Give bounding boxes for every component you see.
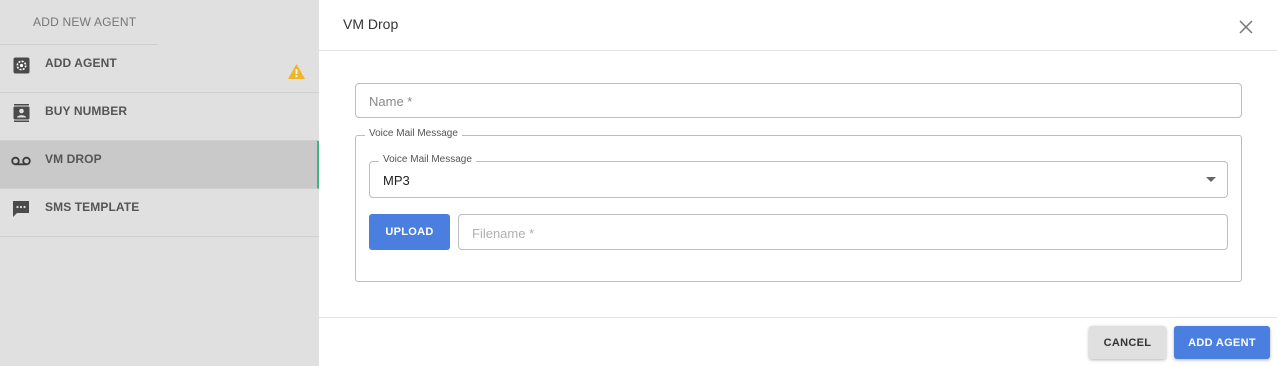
sidebar-item-add-agent[interactable]: ADD AGENT xyxy=(0,45,319,93)
sidebar-item-label: BUY NUMBER xyxy=(45,104,128,118)
voicemail-icon xyxy=(11,151,31,171)
dialog-title: VM Drop xyxy=(343,16,399,32)
voicemail-select-label: Voice Mail Message xyxy=(379,154,476,165)
voicemail-message-group xyxy=(355,135,1242,282)
sidebar-item-label: VM DROP xyxy=(45,152,102,166)
sidebar-item-buy-number[interactable]: BUY NUMBER xyxy=(0,93,319,141)
settings-gear-icon xyxy=(11,55,31,75)
sidebar-item-label: SMS TEMPLATE xyxy=(45,200,140,214)
contact-card-icon xyxy=(11,103,31,123)
sidebar: ADD NEW AGENT ADD AGENT BUY NUMBER VM DR… xyxy=(0,0,319,366)
cancel-button[interactable]: CANCEL xyxy=(1089,326,1166,359)
upload-button[interactable]: UPLOAD xyxy=(369,214,450,250)
voicemail-group-label: Voice Mail Message xyxy=(365,128,462,139)
dialog-header: VM Drop xyxy=(319,0,1277,51)
warning-icon xyxy=(287,63,306,80)
sidebar-header: ADD NEW AGENT xyxy=(0,0,158,45)
voicemail-message-select[interactable]: MP3 xyxy=(369,161,1228,198)
dropdown-arrow-icon[interactable] xyxy=(1206,177,1216,182)
name-field[interactable]: Name * xyxy=(355,83,1242,118)
message-icon xyxy=(11,199,31,219)
name-placeholder: Name * xyxy=(369,94,413,109)
filename-field[interactable]: Filename * xyxy=(458,214,1228,250)
sidebar-item-sms-template[interactable]: SMS TEMPLATE xyxy=(0,189,319,237)
dialog-footer: CANCEL ADD AGENT xyxy=(319,317,1277,366)
sidebar-item-vm-drop[interactable]: VM DROP xyxy=(0,141,319,189)
close-icon[interactable] xyxy=(1239,20,1255,36)
filename-placeholder: Filename * xyxy=(472,226,535,241)
vm-drop-dialog: VM Drop Name * Voice Mail Message MP3 Vo… xyxy=(319,0,1277,366)
add-agent-button[interactable]: ADD AGENT xyxy=(1174,326,1270,359)
select-value: MP3 xyxy=(383,173,410,188)
sidebar-item-label: ADD AGENT xyxy=(45,56,117,70)
